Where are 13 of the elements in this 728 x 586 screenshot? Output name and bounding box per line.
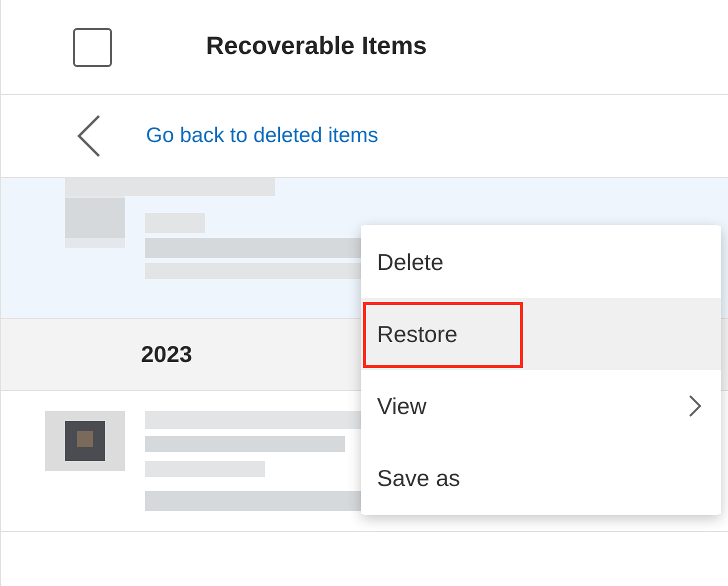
menu-item[interactable]: Save as <box>361 442 721 514</box>
menu-item[interactable]: Delete <box>361 226 721 298</box>
menu-item-label: Save as <box>377 464 460 493</box>
menu-item[interactable]: View <box>361 370 721 442</box>
menu-item-label: Restore <box>377 320 458 349</box>
back-icon[interactable] <box>77 115 101 157</box>
group-label: 2023 <box>141 340 192 370</box>
select-all-checkbox[interactable] <box>73 28 112 66</box>
menu-item-label: View <box>377 392 426 421</box>
menu-item-label: Delete <box>377 248 444 277</box>
menu-item[interactable]: Restore <box>361 298 721 370</box>
back-link[interactable]: Go back to deleted items <box>146 120 378 152</box>
folder-title: Recoverable Items <box>206 31 427 62</box>
